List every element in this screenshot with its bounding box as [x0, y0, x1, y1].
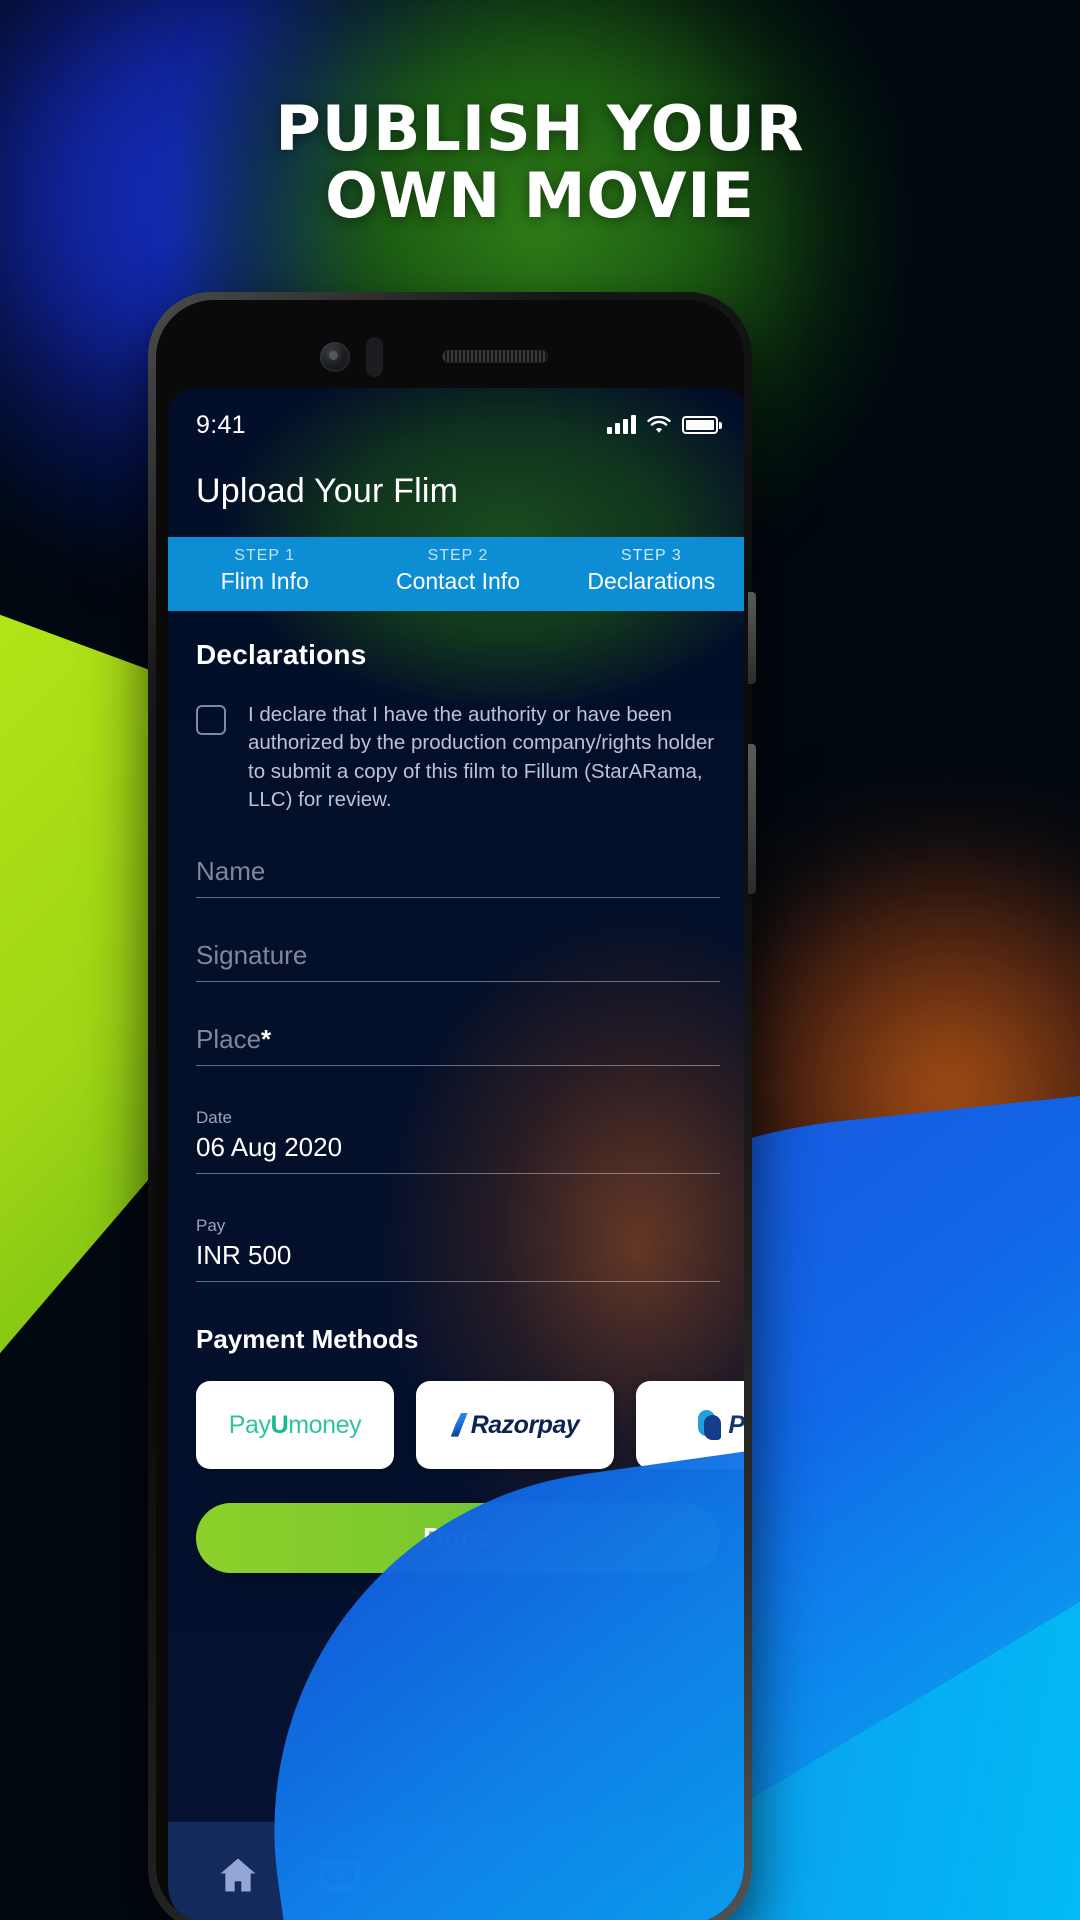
- payment-methods-title: Payment Methods: [196, 1324, 419, 1355]
- status-bar: 9:41: [168, 388, 744, 446]
- step-1-label: Flim Info: [220, 568, 309, 594]
- declaration-consent-text: I declare that I have the authority or h…: [248, 703, 715, 811]
- step-2-label: Contact Info: [395, 568, 520, 594]
- declaration-checkbox[interactable]: [196, 705, 226, 735]
- name-placeholder: Name: [196, 856, 266, 887]
- declarations-form: Declarations I declare that I have the a…: [168, 611, 744, 1470]
- step-3-label: Declarations: [587, 568, 716, 594]
- step-tabs: STEP 1 Flim Info STEP 2 Contact Info STE…: [168, 537, 744, 611]
- status-clock: 9:41: [196, 410, 246, 439]
- name-field[interactable]: Name: [196, 856, 720, 899]
- section-title: Declarations: [196, 639, 367, 670]
- tab-step-1[interactable]: STEP 1 Flim Info: [168, 537, 361, 611]
- signature-placeholder: Signature: [196, 940, 308, 971]
- pay-label: Pay: [196, 1216, 226, 1236]
- paypal-logo: Pay: [698, 1410, 744, 1441]
- signal-bars-icon: [607, 415, 636, 434]
- place-underline: [196, 1065, 720, 1067]
- phone-screen: 9:41 Upload Your Flim STEP 1 Flim Info S…: [168, 388, 744, 1920]
- headline-line-1: PUBLISH YOUR: [275, 92, 805, 165]
- pay-value: INR 500: [196, 1240, 292, 1271]
- headline-line-2: OWN MOVIE: [325, 158, 755, 232]
- signature-underline: [196, 981, 720, 983]
- signature-field[interactable]: Signature: [196, 940, 720, 983]
- razorpay-mark-icon: [450, 1412, 468, 1437]
- pay-field[interactable]: Pay INR 500: [196, 1216, 720, 1283]
- phone-power-button: [748, 744, 756, 894]
- payment-option-razorpay[interactable]: Razorpay: [416, 1381, 614, 1470]
- date-field[interactable]: Date 06 Aug 2020: [196, 1108, 720, 1175]
- pay-underline: [196, 1281, 720, 1283]
- earpiece-speaker: [442, 350, 548, 363]
- home-icon[interactable]: [216, 1853, 260, 1897]
- phone-volume-button: [748, 592, 756, 684]
- phone-mockup: 9:41 Upload Your Flim STEP 1 Flim Info S…: [148, 292, 756, 1920]
- proximity-sensor-icon: [366, 337, 383, 377]
- step-2-number: STEP 2: [427, 547, 489, 564]
- paypal-mark-icon: [698, 1410, 724, 1441]
- name-underline: [196, 897, 720, 899]
- place-field[interactable]: Place*: [196, 1024, 720, 1067]
- tab-step-3[interactable]: STEP 3 Declarations: [555, 537, 744, 611]
- wifi-icon: [647, 415, 671, 433]
- declaration-consent-row[interactable]: I declare that I have the authority or h…: [196, 701, 720, 814]
- date-value: 06 Aug 2020: [196, 1132, 343, 1163]
- razorpay-logo: Razorpay: [450, 1411, 580, 1440]
- phone-bezel-top: [168, 310, 732, 388]
- front-camera-icon: [320, 342, 350, 372]
- date-label: Date: [196, 1108, 232, 1128]
- tab-step-2[interactable]: STEP 2 Contact Info: [361, 537, 554, 611]
- place-required-mark: *: [261, 1024, 272, 1055]
- place-placeholder: Place*: [196, 1024, 272, 1055]
- date-underline: [196, 1173, 720, 1175]
- step-1-number: STEP 1: [234, 547, 296, 564]
- step-3-number: STEP 3: [620, 547, 682, 564]
- page-title: Upload Your Flim: [196, 472, 459, 510]
- payment-methods-list: PayUmoney Razorpay Pay: [196, 1381, 744, 1470]
- poster-headline: PUBLISH YOUR OWN MOVIE: [0, 95, 1080, 232]
- payumoney-logo: PayUmoney: [228, 1410, 362, 1439]
- payment-option-payumoney[interactable]: PayUmoney: [196, 1381, 394, 1470]
- battery-full-icon: [682, 416, 722, 434]
